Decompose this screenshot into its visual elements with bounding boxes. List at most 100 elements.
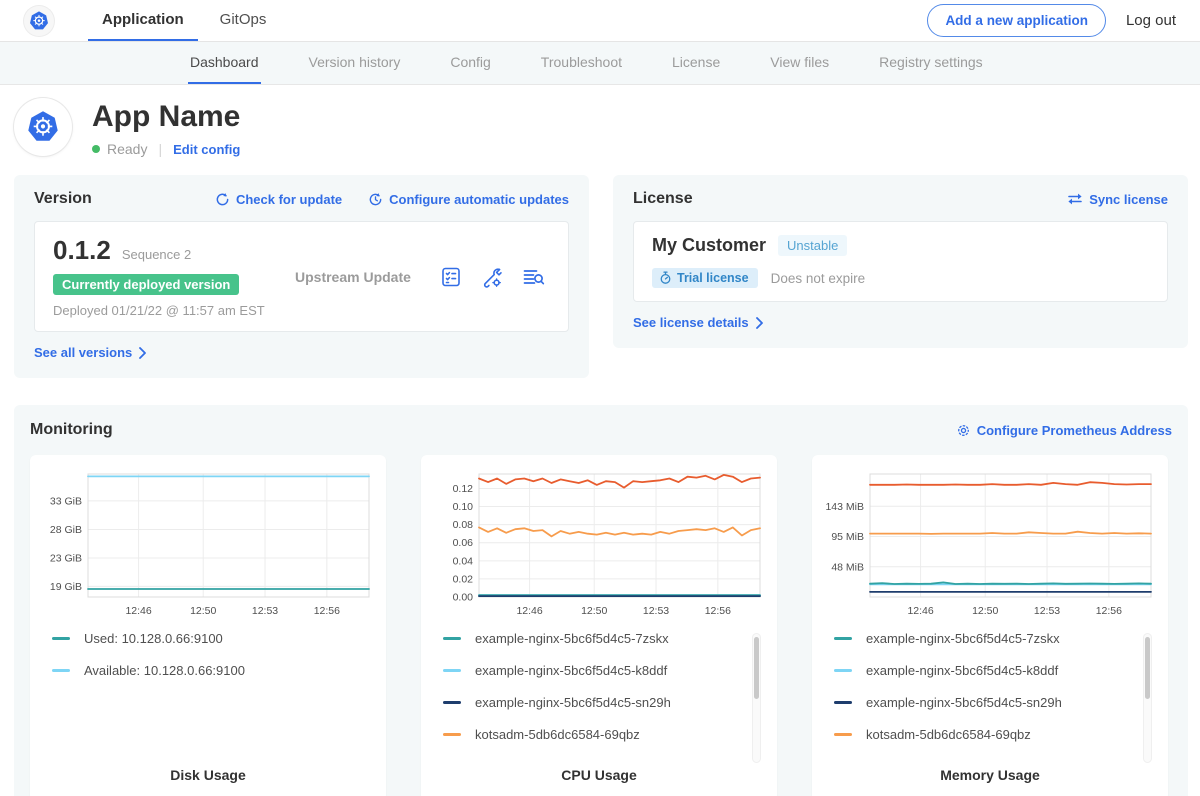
tab-troubleshoot[interactable]: Troubleshoot (539, 42, 624, 84)
see-license-details-label: See license details (633, 315, 749, 330)
legend-swatch (443, 637, 461, 640)
svg-text:12:56: 12:56 (1096, 605, 1122, 617)
disk-usage-title: Disk Usage (42, 761, 374, 791)
deployed-timestamp: Deployed 01/21/22 @ 11:57 am EST (53, 303, 265, 318)
configure-prometheus-label: Configure Prometheus Address (977, 423, 1172, 438)
legend-swatch (834, 733, 852, 736)
license-expiry-text: Does not expire (771, 271, 866, 286)
svg-text:12:50: 12:50 (581, 605, 607, 617)
monitoring-section: Monitoring Configure Prometheus Address … (14, 405, 1188, 796)
divider: | (158, 141, 162, 157)
see-all-versions-link[interactable]: See all versions (34, 345, 147, 360)
currently-deployed-badge: Currently deployed version (53, 274, 239, 295)
svg-text:0.12: 0.12 (453, 483, 474, 495)
version-card: Version Check for update Configure au (14, 175, 589, 378)
svg-text:12:46: 12:46 (125, 605, 151, 617)
legend-scrollbar[interactable] (1143, 633, 1152, 763)
license-heading: License (633, 190, 693, 208)
legend-swatch (834, 701, 852, 704)
edit-config-link[interactable]: Edit config (173, 142, 240, 157)
nav-tab-application-label: Application (102, 11, 184, 28)
logout-link[interactable]: Log out (1126, 12, 1176, 29)
license-details-row: My Customer Unstable Trial license Does … (633, 221, 1168, 302)
tab-license[interactable]: License (670, 42, 722, 84)
svg-text:0.00: 0.00 (453, 592, 474, 604)
svg-text:33 GiB: 33 GiB (50, 495, 82, 507)
legend-label: example-nginx-5bc6f5d4c5-k8ddf (866, 663, 1058, 678)
legend-label: example-nginx-5bc6f5d4c5-sn29h (475, 695, 671, 710)
tab-registry-settings[interactable]: Registry settings (877, 42, 984, 84)
legend-swatch (443, 701, 461, 704)
svg-text:12:53: 12:53 (1034, 605, 1060, 617)
legend-scrollbar-thumb[interactable] (754, 637, 759, 699)
tab-config[interactable]: Config (448, 42, 492, 84)
svg-text:95 MiB: 95 MiB (831, 531, 864, 543)
trial-license-badge: Trial license (652, 268, 758, 288)
refresh-icon (215, 192, 230, 207)
customer-name: My Customer (652, 235, 766, 256)
trial-license-label: Trial license (677, 271, 749, 285)
app-status-text: Ready (107, 141, 147, 157)
memory-usage-chart: 143 MiB95 MiB48 MiB12:4612:5012:5312:56 (824, 467, 1156, 619)
nav-tab-gitops-label: GitOps (220, 11, 267, 28)
legend-item: example-nginx-5bc6f5d4c5-sn29h (443, 695, 743, 710)
cpu-usage-chart-card: 0.120.100.080.060.040.020.0012:4612:5012… (421, 455, 777, 796)
legend-label: example-nginx-5bc6f5d4c5-7zskx (866, 631, 1060, 646)
legend-item: kotsadm-5db6dc6584-69qbz (443, 727, 743, 742)
config-wrench-icon[interactable] (480, 265, 504, 289)
primary-nav-tabs: Application GitOps (88, 0, 280, 41)
svg-text:12:50: 12:50 (972, 605, 998, 617)
legend-item: example-nginx-5bc6f5d4c5-7zskx (443, 631, 743, 646)
legend-swatch (834, 637, 852, 640)
tab-dashboard[interactable]: Dashboard (188, 42, 261, 84)
see-license-details-link[interactable]: See license details (633, 315, 764, 330)
configure-automatic-updates-link[interactable]: Configure automatic updates (368, 192, 569, 207)
configure-prometheus-link[interactable]: Configure Prometheus Address (956, 423, 1172, 438)
svg-text:12:46: 12:46 (907, 605, 933, 617)
sync-license-link[interactable]: Sync license (1067, 192, 1168, 207)
preflight-checks-icon[interactable] (439, 265, 463, 289)
monitoring-heading: Monitoring (30, 421, 113, 439)
tab-version-history[interactable]: Version history (307, 42, 403, 84)
version-source-label: Upstream Update (265, 269, 439, 285)
cpu-usage-chart: 0.120.100.080.060.040.020.0012:4612:5012… (433, 467, 765, 619)
view-logs-icon[interactable] (521, 265, 546, 289)
legend-swatch (443, 733, 461, 736)
gear-icon (956, 423, 971, 438)
svg-text:28 GiB: 28 GiB (50, 524, 82, 536)
legend-label: kotsadm-5db6dc6584-69qbz (866, 727, 1031, 742)
svg-text:0.10: 0.10 (453, 501, 474, 513)
top-nav: Application GitOps Add a new application… (0, 0, 1200, 42)
cpu-usage-legend: example-nginx-5bc6f5d4c5-7zskx example-ng… (443, 631, 761, 761)
sync-icon (1067, 192, 1083, 206)
nav-tab-gitops[interactable]: GitOps (206, 0, 281, 41)
chevron-right-icon (138, 347, 147, 359)
app-tab-bar: Dashboard Version history Config Troublesho… (0, 42, 1200, 85)
check-for-update-link[interactable]: Check for update (215, 192, 342, 207)
legend-item: Available: 10.128.0.66:9100 (52, 663, 352, 678)
kubernetes-logo[interactable] (24, 6, 54, 36)
memory-usage-legend: example-nginx-5bc6f5d4c5-7zskx example-ng… (834, 631, 1152, 761)
legend-label: example-nginx-5bc6f5d4c5-k8ddf (475, 663, 667, 678)
svg-text:0.06: 0.06 (453, 537, 474, 549)
svg-text:0.02: 0.02 (453, 573, 474, 585)
license-card: License Sync license My Customer Unstabl… (613, 175, 1188, 348)
legend-item: example-nginx-5bc6f5d4c5-7zskx (834, 631, 1134, 646)
ready-status-dot (92, 145, 100, 153)
page-title: App Name (92, 100, 240, 134)
legend-item: Used: 10.128.0.66:9100 (52, 631, 352, 646)
svg-text:0.08: 0.08 (453, 519, 474, 531)
svg-text:143 MiB: 143 MiB (825, 501, 864, 513)
chevron-right-icon (755, 317, 764, 329)
legend-scrollbar[interactable] (752, 633, 761, 763)
memory-usage-title: Memory Usage (824, 761, 1156, 791)
legend-item: example-nginx-5bc6f5d4c5-sn29h (834, 695, 1134, 710)
configure-automatic-updates-label: Configure automatic updates (389, 192, 569, 207)
tab-view-files[interactable]: View files (768, 42, 831, 84)
svg-text:12:46: 12:46 (516, 605, 542, 617)
svg-text:12:53: 12:53 (252, 605, 278, 617)
svg-text:23 GiB: 23 GiB (50, 552, 82, 564)
add-application-button[interactable]: Add a new application (927, 4, 1106, 37)
legend-scrollbar-thumb[interactable] (1145, 637, 1150, 699)
nav-tab-application[interactable]: Application (88, 0, 198, 41)
